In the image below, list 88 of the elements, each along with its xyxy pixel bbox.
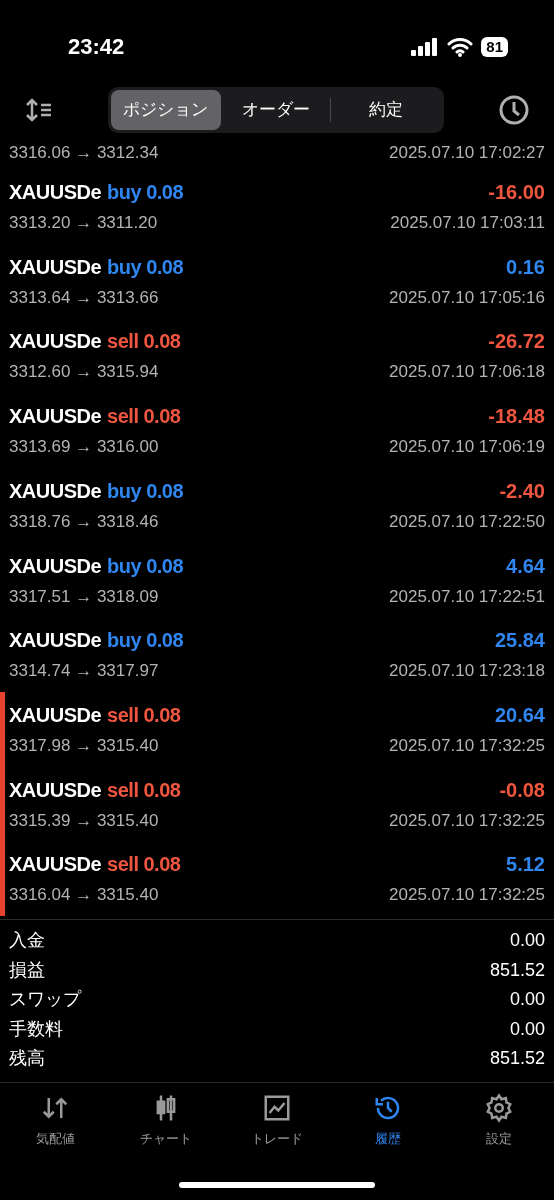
deal-row[interactable]: XAUUSDe sell 0.08 -18.48 3313.69 → 3316.00 2025.07.10 17:06:19 — [5, 393, 554, 468]
symbol: XAUUSDe — [9, 478, 102, 504]
segment-tab[interactable]: ポジション — [111, 90, 221, 130]
price-range: 3313.20 → 3311.20 — [9, 212, 158, 235]
profit: 4.64 — [506, 553, 545, 579]
symbol: XAUUSDe — [9, 329, 102, 355]
deal-time: 2025.07.10 17:22:51 — [389, 585, 545, 608]
trade-action: sell 0.08 — [107, 777, 181, 803]
profit: -16.00 — [488, 180, 545, 206]
deal-row[interactable]: XAUUSDe sell 0.08 -0.08 3315.39 → 3315.40 2025.07.10 17:32:25 — [5, 766, 554, 842]
deal-time: 2025.07.10 17:02:27 — [389, 142, 545, 165]
trade-action: sell 0.08 — [107, 852, 181, 878]
summary-value: 0.00 — [509, 1017, 545, 1041]
battery-indicator: 81 — [481, 36, 508, 57]
trade-action: sell 0.08 — [107, 404, 181, 430]
summary-value: 0.00 — [509, 929, 545, 953]
deal-row[interactable]: XAUUSDe buy 0.08 4.64 3317.51 → 3318.09 2025.07.10 17:22:51 — [5, 542, 554, 618]
trade-action: buy 0.08 — [107, 180, 184, 206]
summary-label: スワップ — [9, 988, 81, 1012]
symbol: XAUUSDe — [9, 254, 102, 280]
profit: -18.48 — [488, 404, 545, 430]
summary-value: 0.00 — [509, 988, 545, 1012]
deal-time: 2025.07.10 17:32:25 — [389, 734, 545, 757]
price-range: 3315.39 → 3315.40 — [9, 809, 159, 832]
nav-tab[interactable]: チャート — [110, 1093, 222, 1149]
nav-tab[interactable]: 気配値 — [0, 1093, 111, 1149]
profit: 25.84 — [494, 628, 545, 654]
wifi-icon — [447, 36, 474, 57]
price-range: 3312.60 → 3315.94 — [9, 361, 159, 384]
settings-icon — [483, 1093, 514, 1124]
deal-row[interactable]: XAUUSDe buy 0.08 -2.40 3318.76 → 3318.46 2025.07.10 17:22:50 — [5, 467, 554, 543]
symbol: XAUUSDe — [9, 852, 102, 878]
summary-label: 損益 — [9, 958, 45, 982]
trade-action: sell 0.08 — [107, 702, 181, 728]
deal-time: 2025.07.10 17:06:18 — [389, 361, 545, 384]
summary-label: 手数料 — [9, 1017, 63, 1041]
line-chart-icon — [262, 1093, 292, 1124]
trade-action: buy 0.08 — [107, 628, 184, 654]
deal-row[interactable]: XAUUSDe sell 0.08 5.12 3316.04 → 3315.40 2025.07.10 17:32:25 — [5, 841, 554, 916]
profit: 0.16 — [506, 254, 545, 280]
sort-icon[interactable] — [24, 97, 54, 123]
deal-time: 2025.07.10 17:32:25 — [389, 809, 545, 832]
symbol: XAUUSDe — [9, 404, 102, 430]
profit: -26.72 — [488, 329, 545, 355]
trade-action: sell 0.08 — [107, 329, 181, 355]
price-range: 3313.64 → 3313.66 — [9, 286, 159, 309]
deal-row[interactable]: XAUUSDe sell 0.08 -26.72 3312.60 → 3315.94 2025.07.10 17:06:18 — [5, 318, 554, 394]
trade-action: buy 0.08 — [107, 478, 184, 504]
summary-value: 851.52 — [489, 958, 545, 982]
price-range: 3314.74 → 3317.97 — [9, 660, 159, 683]
deal-row[interactable]: XAUUSDe buy 0.08 25.84 3314.74 → 3317.97 2025.07.10 17:23:18 — [5, 617, 554, 692]
segment-tab[interactable]: 約定 — [331, 90, 441, 130]
nav-tab[interactable]: トレード — [221, 1093, 333, 1149]
summary-label: 入金 — [9, 929, 45, 953]
deal-time: 2025.07.10 17:32:25 — [389, 884, 545, 907]
price-range: 3317.51 → 3318.09 — [9, 585, 159, 608]
profit: -2.40 — [499, 478, 545, 504]
nav-tab[interactable]: 履歴 — [332, 1093, 444, 1149]
symbol: XAUUSDe — [9, 180, 102, 206]
deal-time: 2025.07.10 17:22:50 — [389, 510, 545, 533]
symbol: XAUUSDe — [9, 777, 102, 803]
clock-icon[interactable] — [498, 94, 530, 126]
signal-icon — [411, 37, 440, 56]
deal-row[interactable]: XAUUSDe buy 0.08 0.16 3313.64 → 3313.66 2025.07.10 17:05:16 — [5, 243, 554, 319]
trade-action: buy 0.08 — [107, 254, 184, 280]
price-range: 3316.04 → 3315.40 — [9, 884, 159, 907]
deal-time: 2025.07.10 17:06:19 — [389, 436, 545, 459]
price-range: 3316.06 → 3312.34 — [9, 142, 159, 165]
deal-time: 2025.07.10 17:03:11 — [390, 212, 545, 235]
price-range: 3318.76 → 3318.46 — [9, 510, 159, 533]
symbol: XAUUSDe — [9, 628, 102, 654]
price-range: 3313.69 → 3316.00 — [9, 436, 159, 459]
summary-label: 残高 — [9, 1047, 45, 1071]
profit: 20.64 — [494, 702, 545, 728]
trade-action: buy 0.08 — [107, 553, 184, 579]
status-time: 23:42 — [68, 33, 125, 61]
deal-time: 2025.07.10 17:23:18 — [389, 660, 545, 683]
segment-tab[interactable]: オーダー — [220, 90, 331, 130]
price-range: 3317.98 → 3315.40 — [9, 734, 159, 757]
profit: 5.12 — [506, 852, 545, 878]
deal-row[interactable]: XAUUSDe sell 0.08 20.64 3317.98 → 3315.40 2025.07.10 17:32:25 — [5, 691, 554, 767]
symbol: XAUUSDe — [9, 553, 102, 579]
deal-time: 2025.07.10 17:05:16 — [389, 286, 545, 309]
summary-value: 851.52 — [489, 1047, 545, 1071]
nav-tab[interactable]: 設定 — [443, 1093, 554, 1149]
profit: -0.08 — [499, 777, 545, 803]
deal-row[interactable]: XAUUSDe buy 0.08 -16.00 3313.20 → 3311.20 2025.07.10 17:03:11 — [5, 169, 554, 244]
symbol: XAUUSDe — [9, 702, 102, 728]
